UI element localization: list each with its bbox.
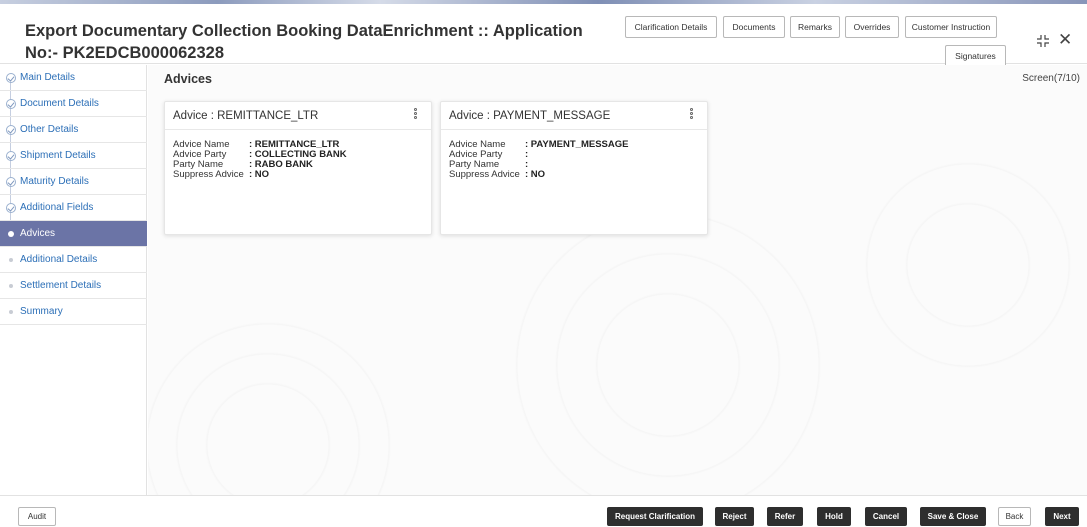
sidebar-item-other-details[interactable]: Other Details [0, 117, 147, 143]
sidebar-item-main-details[interactable]: Main Details [0, 65, 147, 91]
request-clarification-button[interactable]: Request Clarification [607, 507, 703, 526]
advice-card-body: Advice Name: PAYMENT_MESSAGE Advice Part… [449, 140, 628, 180]
sidebar-item-label: Advices [20, 228, 56, 239]
remarks-button[interactable]: Remarks [790, 16, 840, 38]
check-circle-icon [6, 151, 16, 161]
section-title: Advices [164, 72, 212, 86]
sidebar-item-document-details[interactable]: Document Details [0, 91, 147, 117]
check-circle-icon [6, 99, 16, 109]
check-circle-icon [6, 125, 16, 135]
sidebar-item-additional-details[interactable]: Additional Details [0, 247, 147, 273]
check-circle-icon [6, 177, 16, 187]
kebab-menu-icon[interactable] [688, 108, 694, 122]
field-value: : NO [249, 169, 270, 180]
sidebar-item-label: Maturity Details [20, 176, 89, 187]
clarification-details-button[interactable]: Clarification Details [625, 16, 717, 38]
advice-row: Suppress Advice : NO [449, 170, 628, 180]
field-value: : PAYMENT_MESSAGE [525, 139, 629, 150]
advice-card-body: Advice Name: REMITTANCE_LTR Advice Party… [173, 140, 347, 180]
sidebar-item-additional-fields[interactable]: Additional Fields [0, 195, 147, 221]
advice-card-header: Advice : PAYMENT_MESSAGE [441, 102, 707, 130]
sidebar-item-label: Document Details [20, 98, 99, 109]
sidebar-item-settlement-details[interactable]: Settlement Details [0, 273, 147, 299]
advice-card: Advice : PAYMENT_MESSAGE Advice Name: PA… [440, 101, 708, 235]
overrides-button[interactable]: Overrides [845, 16, 899, 38]
check-circle-icon [6, 73, 16, 83]
sidebar-item-label: Settlement Details [20, 280, 102, 291]
close-icon[interactable]: ✕ [1058, 31, 1072, 49]
field-label: Suppress Advice [173, 169, 244, 180]
advice-card-title: Advice : PAYMENT_MESSAGE [449, 110, 611, 122]
main-content: Advices Screen(7/10) Advice : REMITTANCE… [148, 65, 1087, 495]
hold-button[interactable]: Hold [817, 507, 851, 526]
cancel-button[interactable]: Cancel [865, 507, 907, 526]
advice-card-title: Advice : REMITTANCE_LTR [173, 110, 319, 122]
sidebar-item-advices[interactable]: Advices [0, 221, 147, 247]
page-title: Export Documentary Collection Booking Da… [25, 22, 583, 62]
audit-button[interactable]: Audit [18, 507, 56, 526]
field-label: Suppress Advice [449, 169, 520, 180]
kebab-menu-icon[interactable] [412, 108, 418, 122]
advice-card-header: Advice : REMITTANCE_LTR [165, 102, 431, 130]
pending-step-icon [9, 258, 13, 262]
pending-step-icon [9, 284, 13, 288]
sidebar-item-maturity-details[interactable]: Maturity Details [0, 169, 147, 195]
signatures-button[interactable]: Signatures [945, 45, 1006, 67]
field-value: : NO [525, 169, 546, 180]
advice-card: Advice : REMITTANCE_LTR Advice Name: REM… [164, 101, 432, 235]
page-header: Export Documentary Collection Booking Da… [0, 4, 1087, 67]
sidebar-item-label: Main Details [20, 72, 76, 83]
action-footer: Audit Request Clarification Reject Refer… [0, 495, 1087, 527]
sidebar-item-label: Shipment Details [20, 150, 96, 161]
reject-button[interactable]: Reject [715, 507, 754, 526]
current-step-icon [8, 231, 14, 237]
sidebar-item-summary[interactable]: Summary [0, 299, 147, 325]
collapse-fullscreen-icon[interactable] [1036, 34, 1050, 48]
sidebar-item-label: Other Details [20, 124, 79, 135]
pending-step-icon [9, 310, 13, 314]
advice-row: Suppress Advice : NO [173, 170, 347, 180]
check-circle-icon [6, 203, 16, 213]
sidebar-item-label: Additional Fields [20, 202, 94, 213]
screen-indicator: Screen(7/10) [1022, 73, 1080, 84]
next-button[interactable]: Next [1045, 507, 1079, 526]
back-button[interactable]: Back [998, 507, 1031, 526]
sidebar-item-label: Additional Details [20, 254, 98, 265]
save-and-close-button[interactable]: Save & Close [920, 507, 986, 526]
sidebar-nav: Main Details Document Details Other Deta… [0, 65, 147, 495]
customer-instruction-button[interactable]: Customer Instruction [905, 16, 997, 38]
sidebar-item-shipment-details[interactable]: Shipment Details [0, 143, 147, 169]
refer-button[interactable]: Refer [767, 507, 803, 526]
documents-button[interactable]: Documents [723, 16, 785, 38]
sidebar-item-label: Summary [20, 306, 63, 317]
